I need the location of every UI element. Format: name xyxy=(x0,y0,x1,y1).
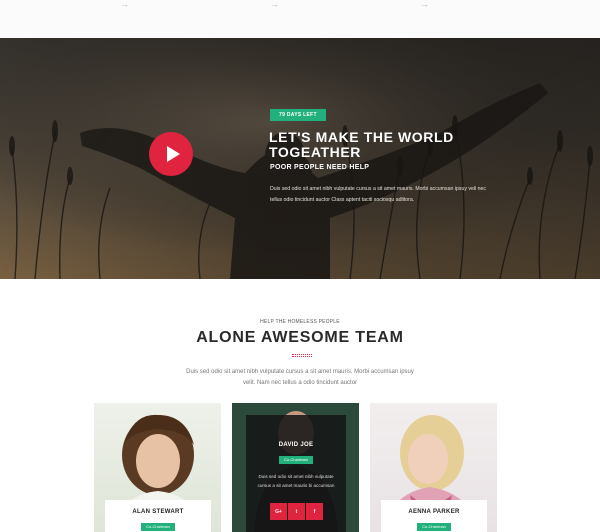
google-plus-icon[interactable]: G+ xyxy=(270,503,287,520)
member-name: ALAN STEWART xyxy=(132,509,184,515)
days-left-badge: 79 DAYS LEFT xyxy=(270,109,326,121)
team-kicker: HELP THE HOMELESS PEOPLE xyxy=(260,319,340,325)
hero-title: LET'S MAKE THE WORLD TOGEATHER xyxy=(269,129,454,160)
team-card-david-joe[interactable]: DAVID JOE Co-Chairman Duis sed odio sit … xyxy=(232,403,359,532)
twitter-icon[interactable]: t xyxy=(288,503,305,520)
member-name: AENNA PARKER xyxy=(408,509,460,515)
member-role-badge: Co-Chairman xyxy=(417,523,451,531)
team-card-alan-stewart[interactable]: ALAN STEWART Co-Chairman xyxy=(94,403,221,532)
team-title: ALONE AWESOME TEAM xyxy=(196,329,404,346)
member-role-badge: Co-Chairman xyxy=(279,456,313,464)
previous-section-strip: → → → xyxy=(0,0,600,38)
member-name: DAVID JOE xyxy=(278,442,314,448)
team-card-aenna-parker[interactable]: AENNA PARKER Co-Chairman xyxy=(370,403,497,532)
team-description: Duis sed odio sit amet nibh vulputate cu… xyxy=(186,369,414,386)
title-divider xyxy=(292,354,312,357)
arrow-right-icon: → xyxy=(420,0,429,9)
hero-banner: 79 DAYS LEFT LET'S MAKE THE WORLD TOGEAT… xyxy=(0,38,600,279)
facebook-icon[interactable]: f xyxy=(306,503,323,520)
member-role-badge: Co-Chairman xyxy=(141,523,175,531)
arrow-right-icon: → xyxy=(270,0,279,9)
play-video-button[interactable] xyxy=(149,132,193,176)
member-bio: Duis sed odio sit amet nibh vulputate cu… xyxy=(257,474,335,488)
play-icon xyxy=(166,146,180,162)
arrow-right-icon: → xyxy=(120,0,129,9)
member-info: AENNA PARKER Co-Chairman xyxy=(381,500,487,532)
social-links: G+ t f xyxy=(270,503,324,520)
hero-subtitle: POOR PEOPLE NEED HELP xyxy=(270,164,370,171)
member-info: ALAN STEWART Co-Chairman xyxy=(105,500,211,532)
member-hover-overlay: DAVID JOE Co-Chairman Duis sed odio sit … xyxy=(246,415,346,532)
hero-description: Duis sed odio sit amet nibh vulputate cu… xyxy=(270,186,486,203)
